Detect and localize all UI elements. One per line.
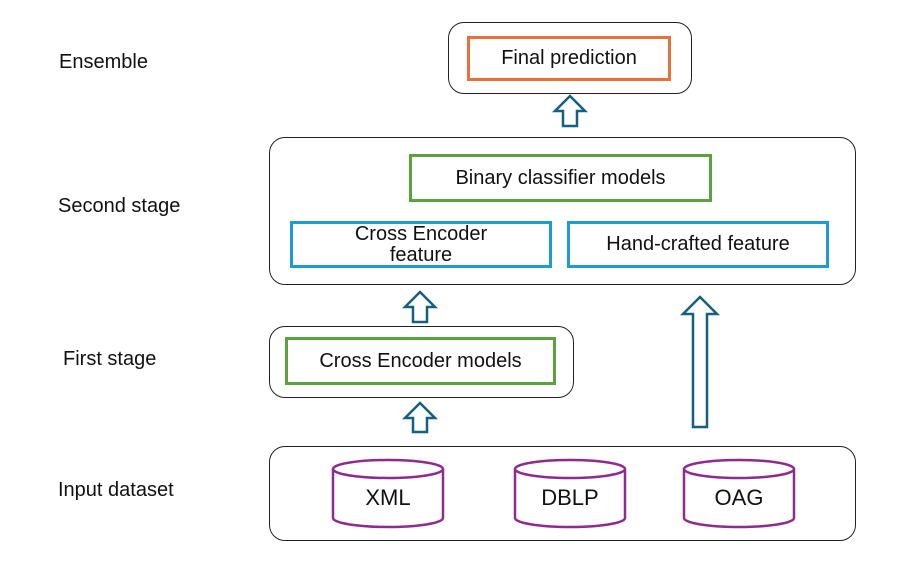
database-label-dblp: DBLP [541, 485, 598, 510]
database-label-xml: XML [365, 485, 410, 510]
diagram-overlay: XML DBLP OAG [331, 94, 796, 529]
database-label-oag: OAG [715, 485, 764, 510]
database-icon-xml: XML [331, 458, 445, 529]
database-icon-dblp: DBLP [513, 458, 627, 529]
arrow-up-long-icon [679, 295, 721, 429]
arrow-up-icon [401, 290, 439, 324]
arrow-up-icon [401, 401, 439, 434]
database-icon-oag: OAG [682, 458, 796, 529]
arrow-up-icon [551, 94, 589, 128]
